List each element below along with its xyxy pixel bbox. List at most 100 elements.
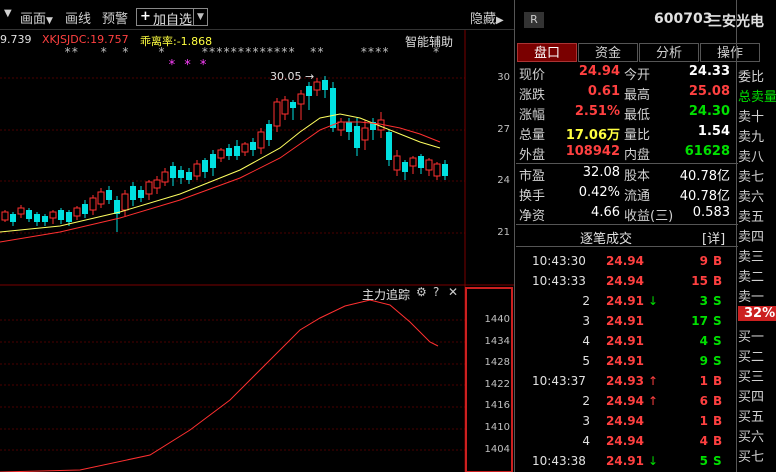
y-tick: 27: [497, 124, 510, 135]
candle-body: [386, 132, 392, 160]
quote-value: 17.06万: [565, 128, 620, 143]
order-book-item: 买二: [738, 350, 765, 365]
trade-arrow-icon: ↑: [648, 394, 659, 408]
candle-body: [10, 214, 16, 222]
order-book-item: 卖三: [738, 250, 765, 265]
trade-price: 24.91: [606, 314, 644, 328]
order-book-item: 卖十: [738, 110, 765, 125]
candle-body: [161, 171, 169, 183]
quote-value: 24.33: [688, 64, 730, 79]
trade-direction: S: [713, 454, 722, 468]
add-favorite-label: 加自选: [153, 13, 193, 28]
trade-arrow-icon: ↑: [648, 374, 659, 388]
candle-body: [217, 149, 225, 159]
hide-button[interactable]: 隐藏▶: [470, 8, 504, 27]
order-book-item: 卖一: [738, 290, 765, 305]
tab-handicap[interactable]: 盘口: [517, 43, 577, 62]
ma-line-red: [0, 121, 441, 243]
fundamental-label: 净资: [519, 209, 546, 224]
sub-y-tick: 1434: [484, 335, 510, 347]
candle-body: [106, 190, 112, 200]
trade-volume: 15: [691, 274, 708, 288]
trade-volume: 1: [699, 374, 708, 388]
trade-price: 24.93: [606, 374, 644, 388]
candle-body: [409, 157, 417, 167]
trade-volume: 5: [699, 454, 708, 468]
candle-body: [210, 154, 216, 168]
candle-body: [49, 211, 57, 219]
candle-body: [138, 190, 144, 198]
candle-body: [178, 170, 184, 178]
candle-body: [306, 86, 312, 96]
candle-body: [26, 210, 32, 219]
quote-value: 108942: [565, 144, 620, 159]
candle-body: [58, 210, 64, 220]
sub-y-tick: 1416: [484, 400, 510, 412]
tab-analysis[interactable]: 分析: [639, 43, 699, 62]
trade-time: 10:43:30: [532, 254, 586, 268]
candle-body: [42, 216, 48, 222]
trade-arrow-icon: ↓: [648, 294, 659, 308]
trade-volume: 9: [699, 254, 708, 268]
candle-body: [121, 193, 129, 211]
sub-y-tick: 1440: [484, 314, 510, 325]
tab-operate[interactable]: 操作: [700, 43, 760, 62]
quote-value: 61628: [684, 144, 730, 159]
trade-seq: 5: [582, 354, 590, 368]
quote-label: 今开: [624, 68, 651, 83]
candle-body: [402, 162, 408, 172]
y-tick: 24: [497, 175, 510, 186]
candle-body: [313, 81, 321, 91]
trade-direction: S: [713, 314, 722, 328]
candle-body: [82, 204, 88, 214]
quote-label: 总量: [519, 128, 546, 143]
trade-direction: B: [713, 374, 723, 388]
quote-label: 涨跌: [519, 88, 546, 103]
trade-volume: 17: [691, 314, 708, 328]
quote-value: 24.94: [578, 64, 620, 79]
toolbar-draw[interactable]: 画线: [65, 8, 91, 27]
quote-label: 涨幅: [519, 108, 546, 123]
sub-y-tick: 1404: [484, 443, 510, 455]
trade-volume: 4: [699, 434, 708, 448]
fundamental-label: 收益(三): [624, 209, 674, 224]
add-favorite-button[interactable]: + 加自选 ▼: [136, 8, 208, 28]
order-book-item: 卖六: [738, 190, 765, 205]
close-icon[interactable]: ✕: [448, 285, 458, 299]
candle-body: [346, 122, 352, 132]
candle-body: [66, 212, 72, 222]
fundamental-value: 4.66: [591, 205, 620, 220]
gear-icon[interactable]: ⚙: [416, 285, 427, 299]
candle-body: [330, 88, 336, 128]
plus-icon: +: [140, 9, 151, 24]
order-book-item: 卖八: [738, 150, 765, 165]
chevron-down-icon[interactable]: ▼: [193, 8, 207, 26]
trade-direction: S: [713, 354, 722, 368]
toolbar-alert[interactable]: 预警: [102, 8, 128, 27]
order-book-item: 买七: [738, 450, 765, 465]
candle-body: [226, 148, 232, 156]
trade-direction: B: [713, 414, 723, 428]
trade-direction: S: [713, 334, 722, 348]
sub-y-tick: 1422: [484, 378, 510, 390]
quote-label: 现价: [519, 68, 546, 83]
fundamental-label: 市盈: [519, 169, 546, 184]
quote-label: 量比: [624, 128, 651, 143]
order-book-item: 总卖量: [738, 90, 776, 105]
quote-label: 内盘: [624, 148, 651, 163]
trade-direction: B: [713, 394, 723, 408]
trades-detail-link[interactable]: [详]: [702, 228, 725, 247]
quote-value: 24.30: [688, 104, 730, 119]
candle-body: [234, 146, 240, 156]
main-force-tracking-line: [0, 299, 439, 472]
trade-volume: 3: [699, 294, 708, 308]
candle-body: [202, 160, 208, 172]
toolbar-screen[interactable]: 画面▼: [20, 8, 53, 27]
indicator-left-value: 9.739: [0, 33, 32, 46]
trade-direction: S: [713, 294, 722, 308]
menu-arrow-icon[interactable]: ▼: [4, 8, 12, 19]
help-icon[interactable]: ?: [433, 285, 439, 299]
trade-arrow-icon: ↓: [648, 454, 659, 468]
tab-funds[interactable]: 资金: [578, 43, 638, 62]
candle-body: [425, 159, 433, 171]
